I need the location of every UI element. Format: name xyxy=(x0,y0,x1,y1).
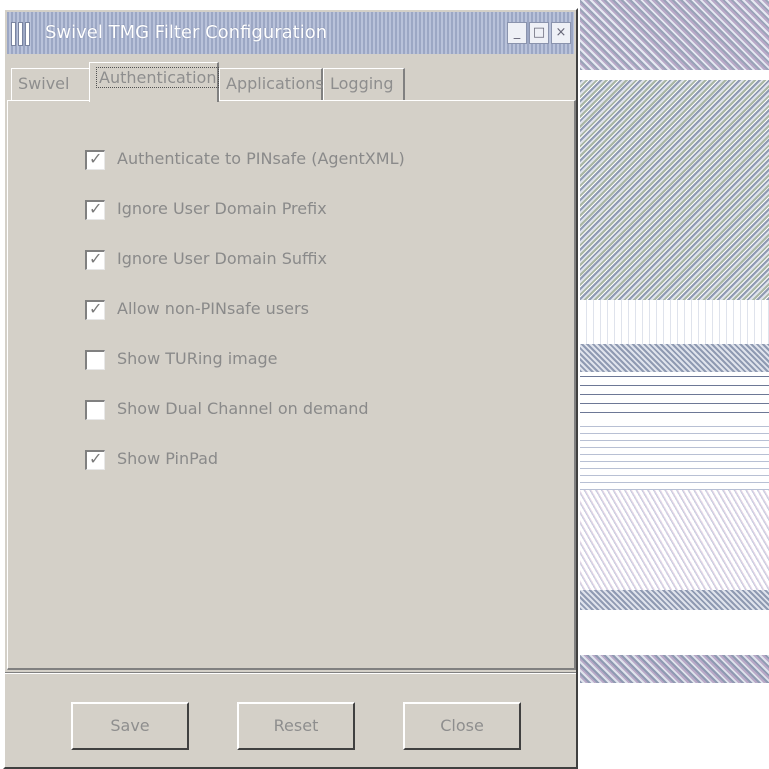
tab-strip: Swivel Authentication Applications Loggi… xyxy=(5,62,576,102)
app-icon xyxy=(11,22,39,46)
option-label: Show Dual Channel on demand xyxy=(117,399,369,418)
background-noise xyxy=(580,372,769,420)
window-title: Swivel TMG Filter Configuration xyxy=(45,22,328,43)
checkbox[interactable] xyxy=(85,149,105,170)
footer-divider xyxy=(5,672,576,674)
reset-button[interactable]: Reset xyxy=(237,702,355,750)
option-label: Show PinPad xyxy=(117,449,219,468)
tab-swivel[interactable]: Swivel xyxy=(11,68,91,100)
maximize-icon: □ xyxy=(532,25,546,40)
background-noise xyxy=(580,80,769,300)
background-noise xyxy=(580,344,769,372)
background-noise xyxy=(580,490,769,590)
tab-applications[interactable]: Applications xyxy=(219,68,324,100)
option-label: Ignore User Domain Prefix xyxy=(117,199,327,218)
background-noise xyxy=(580,420,769,490)
tab-authentication[interactable]: Authentication xyxy=(89,62,220,102)
option-label: Ignore User Domain Suffix xyxy=(117,249,327,268)
close-icon: × xyxy=(555,25,567,40)
maximize-button[interactable]: □ xyxy=(529,22,549,44)
background-noise xyxy=(580,0,769,70)
authentication-panel xyxy=(7,100,576,670)
option-label: Allow non-PINsafe users xyxy=(117,299,309,318)
option-label: Authenticate to PINsafe (AgentXML) xyxy=(117,149,405,168)
checkbox[interactable] xyxy=(85,449,105,470)
title-bar[interactable]: Swivel TMG Filter Configuration _ □ × xyxy=(7,12,574,54)
tab-logging[interactable]: Logging xyxy=(323,68,405,100)
checkbox[interactable] xyxy=(85,199,105,220)
background-noise xyxy=(580,610,769,655)
close-button[interactable]: Close xyxy=(403,702,521,750)
background-noise xyxy=(580,655,769,683)
checkbox[interactable] xyxy=(85,249,105,270)
background-noise xyxy=(580,590,769,610)
checkbox[interactable] xyxy=(85,400,105,420)
close-window-button[interactable]: × xyxy=(551,22,571,44)
minimize-icon: _ xyxy=(513,25,521,40)
background-noise xyxy=(580,300,769,344)
minimize-button[interactable]: _ xyxy=(507,22,527,44)
checkbox[interactable] xyxy=(85,299,105,320)
background-noise xyxy=(580,70,769,80)
config-dialog: Swivel TMG Filter Configuration _ □ × Sw… xyxy=(3,8,578,769)
checkbox[interactable] xyxy=(85,350,105,370)
save-button[interactable]: Save xyxy=(71,702,189,750)
option-label: Show TURing image xyxy=(117,349,278,368)
